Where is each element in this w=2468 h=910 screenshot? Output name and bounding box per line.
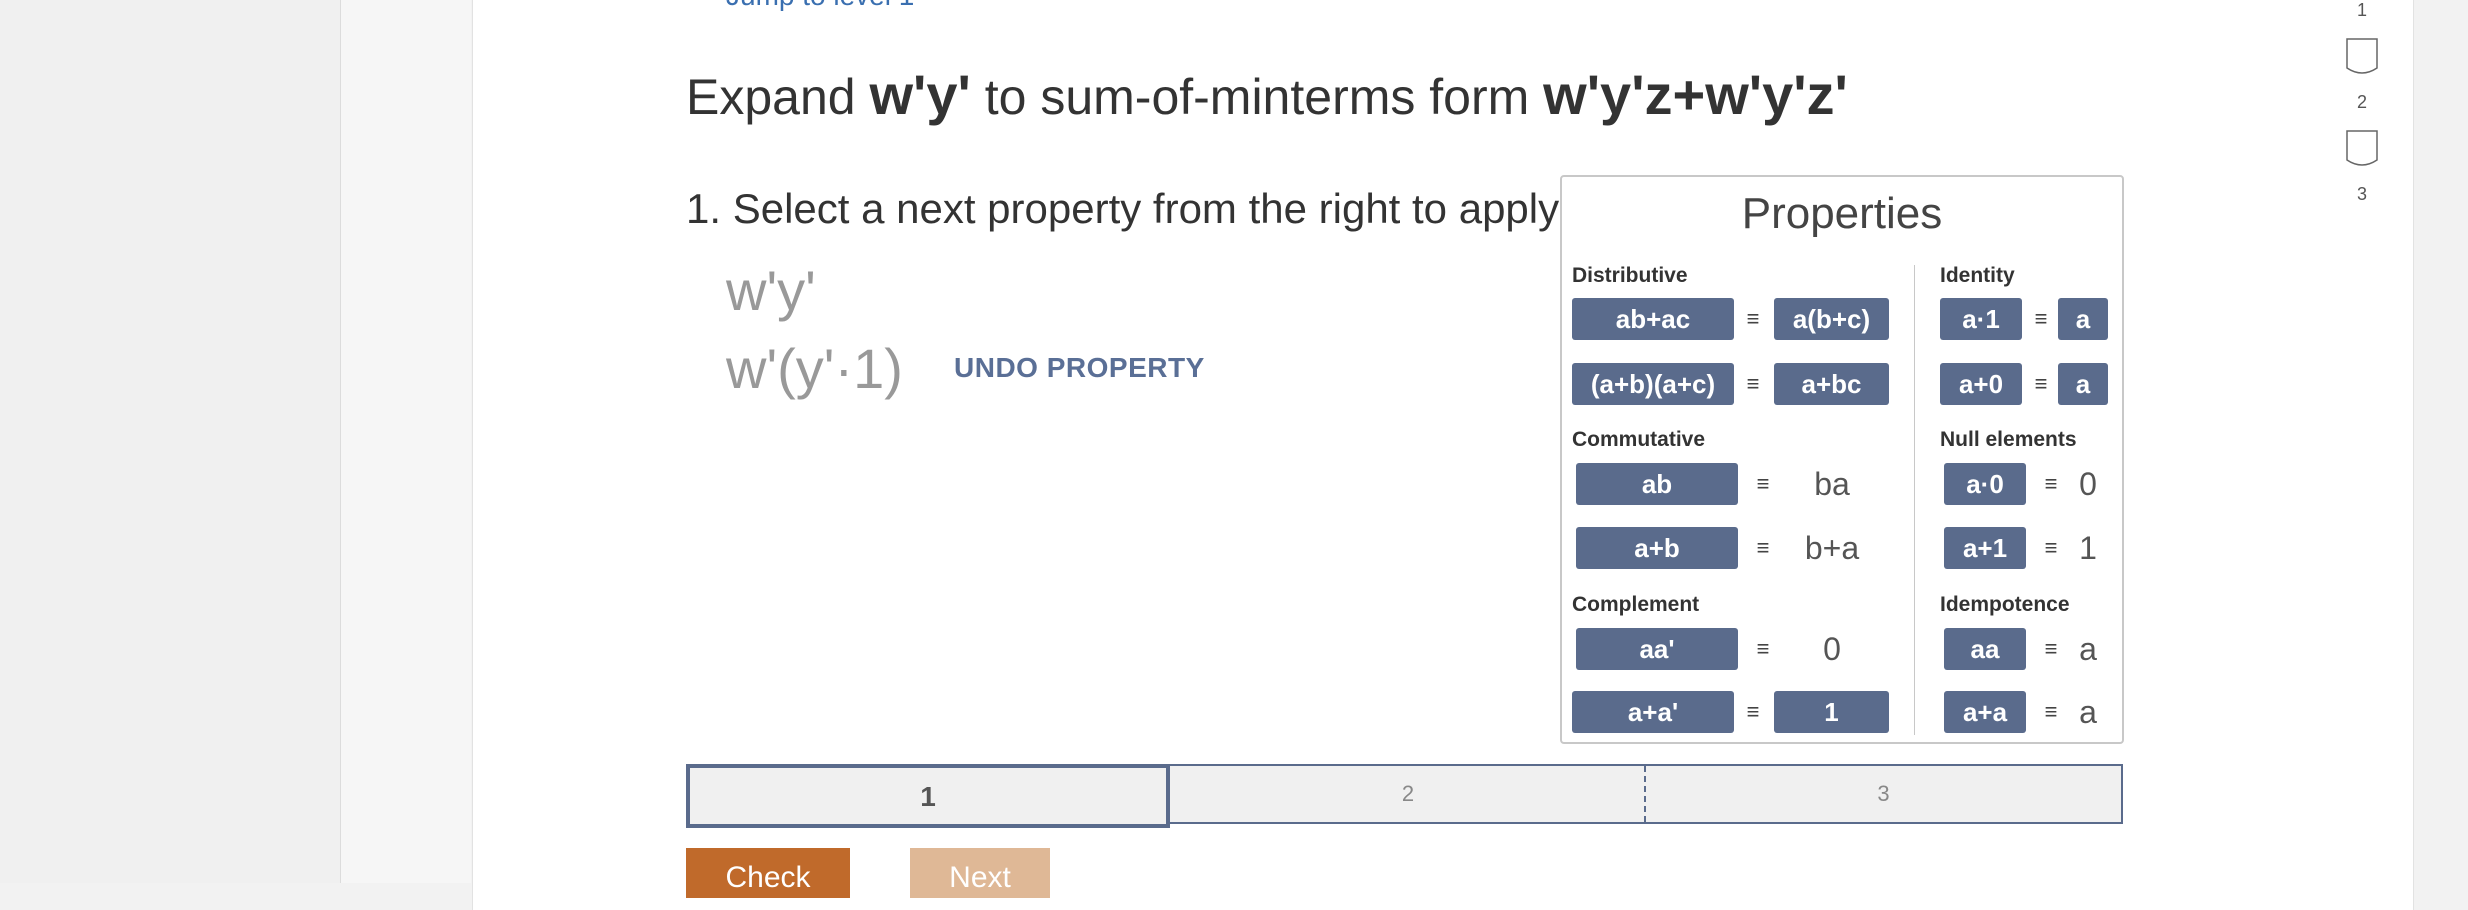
distributive-r1-right-chip[interactable]: a(b+c): [1774, 298, 1889, 340]
level-2-shield-icon[interactable]: [2346, 38, 2378, 78]
work-expression-2: w'(y'·1): [726, 337, 903, 400]
instruction-text: 1. Select a next property from the right…: [686, 185, 1560, 232]
properties-title: Properties: [1741, 189, 1943, 238]
jump-to-level-link[interactable]: Jump to level 1: [726, 0, 914, 12]
progress-step-3[interactable]: 3: [1646, 766, 2121, 822]
idempotence-r2-right-value: a: [2079, 694, 2097, 730]
commutative-r2-equiv: ≡: [1756, 535, 1770, 560]
work-expression-1: w'y': [726, 259, 816, 322]
identity-r2-left-chip[interactable]: a+0: [1940, 363, 2022, 405]
progress-bar: 1 2 3: [686, 764, 2123, 828]
commutative-r1-equiv: ≡: [1756, 471, 1770, 496]
identity-r2-equiv: ≡: [2034, 371, 2048, 396]
progress-step-1[interactable]: 1: [686, 764, 1170, 828]
null-elements-r2-right-value: 1: [2079, 530, 2097, 566]
complement-r2-equiv: ≡: [1746, 699, 1760, 724]
next-button[interactable]: Next: [910, 848, 1050, 898]
commutative-r1-right-value: ba: [1814, 466, 1850, 502]
identity-label: Identity: [1940, 264, 2015, 287]
level-3-shield-icon[interactable]: [2346, 130, 2378, 170]
properties-panel: Properties Distributive ab+ac ≡ a(b+c) (…: [1560, 175, 2124, 744]
complement-r1-left-chip[interactable]: aa': [1576, 628, 1738, 670]
header-middle: to sum-of-minterms form: [984, 69, 1530, 125]
idempotence-r1-equiv: ≡: [2044, 636, 2058, 661]
complement-r2-right-chip[interactable]: 1: [1774, 691, 1889, 733]
complement-r1-right-value: 0: [1823, 631, 1841, 667]
null-elements-r1-right-value: 0: [2079, 466, 2097, 502]
commutative-r1-left-chip[interactable]: ab: [1576, 463, 1738, 505]
left-sidebar: [0, 0, 341, 883]
null-elements-r2-equiv: ≡: [2044, 535, 2058, 560]
distributive-r2-equiv: ≡: [1746, 371, 1760, 396]
distributive-r1-left-chip[interactable]: ab+ac: [1572, 298, 1734, 340]
idempotence-r2-equiv: ≡: [2044, 699, 2058, 724]
null-elements-r1-equiv: ≡: [2044, 471, 2058, 496]
distributive-r2-left-chip[interactable]: (a+b)(a+c): [1572, 363, 1734, 405]
commutative-label: Commutative: [1572, 428, 1706, 451]
null-elements-label: Null elements: [1940, 428, 2077, 451]
idempotence-label: Idempotence: [1940, 593, 2070, 616]
header-prefix: Expand: [686, 69, 856, 125]
check-button[interactable]: Check: [686, 848, 850, 898]
page-gutter: [341, 0, 471, 883]
idempotence-r1-left-chip[interactable]: aa: [1944, 628, 2026, 670]
level-1-label: 1: [2356, 0, 2367, 20]
identity-r2-right-chip[interactable]: a: [2058, 363, 2108, 405]
complement-r2-left-chip[interactable]: a+a': [1572, 691, 1734, 733]
idempotence-r2-left-chip[interactable]: a+a: [1944, 691, 2026, 733]
header-target: w'y'z+w'y'z': [1543, 63, 1848, 126]
distributive-label: Distributive: [1572, 264, 1688, 287]
complement-r1-equiv: ≡: [1756, 636, 1770, 661]
level-navigator: 1 2 3: [2340, 0, 2390, 220]
commutative-r2-right-value: b+a: [1804, 530, 1860, 566]
distributive-r2-right-chip[interactable]: a+bc: [1774, 363, 1889, 405]
level-3-label: 3: [2356, 184, 2367, 204]
distributive-r1-equiv: ≡: [1746, 306, 1760, 331]
null-elements-r1-left-chip[interactable]: a·0: [1944, 463, 2026, 505]
null-elements-r2-left-chip[interactable]: a+1: [1944, 527, 2026, 569]
header-expression: w'y': [869, 63, 971, 126]
identity-r1-left-chip[interactable]: a·1: [1940, 298, 2022, 340]
level-2-label: 2: [2356, 92, 2367, 112]
progress-step-2[interactable]: 2: [1172, 766, 1646, 822]
problem-header: Expand w'y' to sum-of-minterms form w'y'…: [686, 62, 1848, 127]
properties-divider: [1914, 265, 1915, 735]
undo-property-button[interactable]: UNDO PROPERTY: [954, 352, 1205, 384]
complement-label: Complement: [1572, 593, 1700, 616]
identity-r1-equiv: ≡: [2034, 306, 2048, 331]
identity-r1-right-chip[interactable]: a: [2058, 298, 2108, 340]
idempotence-r1-right-value: a: [2079, 631, 2097, 667]
commutative-r2-left-chip[interactable]: a+b: [1576, 527, 1738, 569]
